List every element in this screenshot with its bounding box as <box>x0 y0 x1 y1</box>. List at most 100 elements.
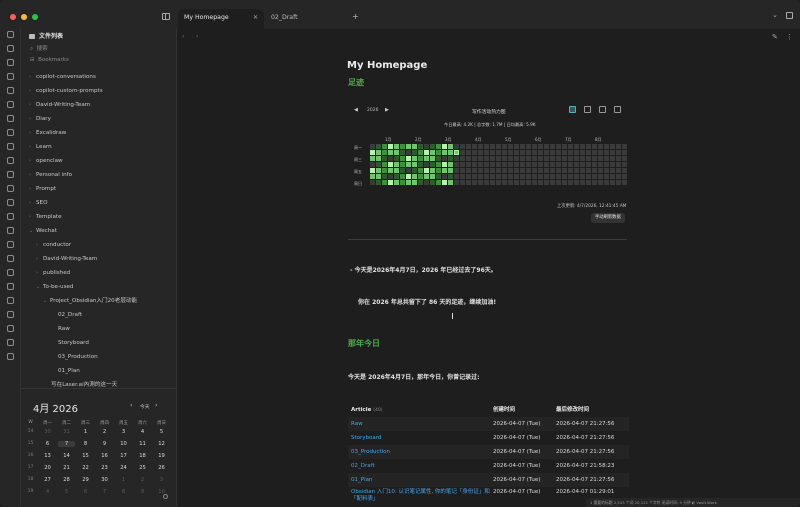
heatmap-cell[interactable] <box>448 180 453 185</box>
heatmap-cell[interactable] <box>574 180 579 185</box>
chevron-right-icon[interactable]: › <box>36 254 43 264</box>
heatmap-cell[interactable] <box>436 150 441 155</box>
refresh-data-button[interactable]: 手动刷新数据 <box>591 213 625 223</box>
heatmap-cell[interactable] <box>544 162 549 167</box>
link-icon[interactable] <box>6 227 14 234</box>
heatmap-cell[interactable] <box>478 150 483 155</box>
heatmap-cell[interactable] <box>580 168 585 173</box>
heatmap-cell[interactable] <box>598 150 603 155</box>
tools-icon[interactable] <box>6 185 14 192</box>
heatmap-cell[interactable] <box>526 156 531 161</box>
chevron-down-icon[interactable]: ⌄ <box>29 226 36 236</box>
heatmap-cell[interactable] <box>460 168 465 173</box>
calendar-day[interactable]: 29 <box>77 477 94 483</box>
calendar-day[interactable]: 4 <box>134 429 151 435</box>
calendar-day[interactable]: 18 <box>134 453 151 459</box>
chevron-down-icon[interactable]: ⌄ <box>36 282 43 292</box>
heatmap-cell[interactable] <box>580 180 585 185</box>
heatmap-cell[interactable] <box>430 150 435 155</box>
heatmap-cell[interactable] <box>574 156 579 161</box>
heatmap-cell[interactable] <box>376 174 381 179</box>
heatmap-cell[interactable] <box>574 150 579 155</box>
column-header-article[interactable]: Article (40) <box>351 403 383 418</box>
heatmap-cell[interactable] <box>418 168 423 173</box>
heatmap-cell[interactable] <box>478 162 483 167</box>
heatmap-cell[interactable] <box>610 162 615 167</box>
heatmap-cell[interactable] <box>562 162 567 167</box>
calendar-day[interactable]: 16 <box>96 453 113 459</box>
heatmap-cell[interactable] <box>454 156 459 161</box>
heatmap-cell[interactable] <box>460 174 465 179</box>
list-icon[interactable] <box>6 129 14 136</box>
heatmap-cell[interactable] <box>382 156 387 161</box>
heatmap-cell[interactable] <box>622 156 627 161</box>
sync-icon[interactable] <box>6 199 14 206</box>
heatmap-view-grid-icon[interactable] <box>569 106 576 113</box>
heatmap-view-book-icon[interactable] <box>614 106 621 113</box>
heatmap-cell[interactable] <box>442 180 447 185</box>
heatmap-cell[interactable] <box>490 162 495 167</box>
heatmap-cell[interactable] <box>400 150 405 155</box>
heatmap-cell[interactable] <box>514 162 519 167</box>
heatmap-cell[interactable] <box>490 156 495 161</box>
heatmap-cell[interactable] <box>388 156 393 161</box>
heatmap-cell[interactable] <box>424 156 429 161</box>
heatmap-cell[interactable] <box>610 150 615 155</box>
heatmap-cell[interactable] <box>496 174 501 179</box>
heatmap-cell[interactable] <box>622 150 627 155</box>
heatmap-cell[interactable] <box>496 156 501 161</box>
calendar-day[interactable]: 13 <box>39 453 56 459</box>
heatmap-cell[interactable] <box>388 168 393 173</box>
heatmap-cell[interactable] <box>412 150 417 155</box>
heatmap-cell[interactable] <box>406 168 411 173</box>
heatmap-cell[interactable] <box>370 150 375 155</box>
canvas-icon[interactable] <box>6 59 14 66</box>
book-icon[interactable] <box>6 297 14 304</box>
calendar-day[interactable]: 19 <box>153 453 170 459</box>
heatmap-cell[interactable] <box>496 168 501 173</box>
folder-item[interactable]: › published <box>36 268 70 278</box>
folder-item[interactable]: ⌄ To-be-used <box>36 282 73 292</box>
heatmap-cell[interactable] <box>376 144 381 149</box>
heatmap-cell[interactable] <box>496 144 501 149</box>
calendar-day[interactable]: 4 <box>39 489 56 495</box>
heatmap-cell[interactable] <box>382 174 387 179</box>
heatmap-cell[interactable] <box>502 180 507 185</box>
chevron-right-icon[interactable]: › <box>29 170 36 180</box>
heatmap-cell[interactable] <box>610 174 615 179</box>
calendar-day[interactable]: 27 <box>39 477 56 483</box>
heatmap-cell[interactable] <box>574 162 579 167</box>
heatmap-cell[interactable] <box>442 150 447 155</box>
heatmap-cell[interactable] <box>514 156 519 161</box>
heatmap-cell[interactable] <box>370 180 375 185</box>
folder-item[interactable]: › David-Writing-Team <box>36 254 97 264</box>
heatmap-cell[interactable] <box>598 168 603 173</box>
heatmap-cell[interactable] <box>598 162 603 167</box>
heatmap-cell[interactable] <box>526 174 531 179</box>
heatmap-cell[interactable] <box>502 156 507 161</box>
heatmap-cell[interactable] <box>532 156 537 161</box>
tab-list-icon[interactable]: ⌄ <box>772 11 778 19</box>
heatmap-cell[interactable] <box>604 180 609 185</box>
heatmap-cell[interactable] <box>436 174 441 179</box>
calendar-day[interactable]: 3 <box>115 429 132 435</box>
heatmap-cell[interactable] <box>400 174 405 179</box>
heatmap-cell[interactable] <box>454 144 459 149</box>
heatmap-cell[interactable] <box>580 156 585 161</box>
heatmap-cell[interactable] <box>448 162 453 167</box>
heatmap-cell[interactable] <box>412 144 417 149</box>
heatmap-cell[interactable] <box>430 174 435 179</box>
column-header-modified[interactable]: 最后修改时间 <box>556 403 589 417</box>
file-item[interactable]: 01_Plan <box>58 366 80 376</box>
heatmap-cell[interactable] <box>544 174 549 179</box>
heatmap-cell[interactable] <box>406 144 411 149</box>
heatmap-cell[interactable] <box>526 144 531 149</box>
article-link[interactable]: 03_Production <box>351 445 390 459</box>
heatmap-cell[interactable] <box>508 180 513 185</box>
article-link[interactable]: 02_Draft <box>351 459 375 473</box>
heatmap-cell[interactable] <box>394 144 399 149</box>
gear-icon[interactable] <box>6 255 14 262</box>
chevron-right-icon[interactable]: › <box>29 184 36 194</box>
heatmap-cell[interactable] <box>508 144 513 149</box>
heatmap-cell[interactable] <box>388 144 393 149</box>
